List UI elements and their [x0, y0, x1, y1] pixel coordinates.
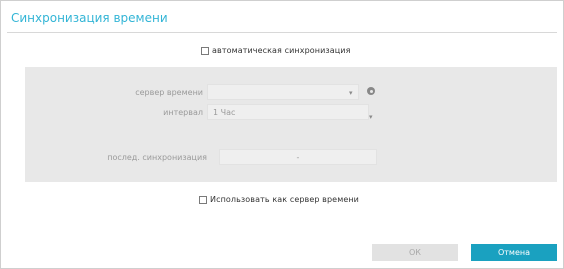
auto-sync-option[interactable]: автоматическая синхронизация: [201, 46, 350, 55]
ok-button[interactable]: ОК: [372, 244, 458, 261]
server-label: сервер времени: [135, 88, 203, 97]
interval-select[interactable]: 1 Час: [207, 104, 369, 120]
last-sync-label: послед. синхронизация: [107, 153, 207, 162]
settings-gear-icon[interactable]: [367, 87, 375, 95]
title-divider: [7, 32, 557, 33]
use-as-server-checkbox[interactable]: [199, 195, 207, 204]
chevron-down-icon: ▾: [349, 89, 353, 97]
chevron-down-icon: ▾: [369, 113, 373, 121]
use-as-server-option[interactable]: Использовать как сервер времени: [199, 195, 359, 204]
cancel-button[interactable]: Отмена: [471, 244, 557, 261]
auto-sync-label: автоматическая синхронизация: [212, 46, 351, 55]
time-sync-dialog: Синхронизация времени автоматическая син…: [0, 0, 564, 269]
use-as-server-label: Использовать как сервер времени: [210, 195, 359, 204]
dialog-title: Синхронизация времени: [11, 11, 168, 25]
time-server-select[interactable]: [207, 84, 359, 100]
sync-settings-panel: сервер времени ▾ интервал 1 Час ▾ послед…: [25, 67, 557, 182]
interval-label: интервал: [163, 108, 203, 117]
last-sync-value: -: [296, 152, 300, 162]
auto-sync-checkbox[interactable]: [201, 46, 209, 55]
last-sync-field: -: [219, 149, 377, 165]
interval-value: 1 Час: [213, 107, 236, 117]
